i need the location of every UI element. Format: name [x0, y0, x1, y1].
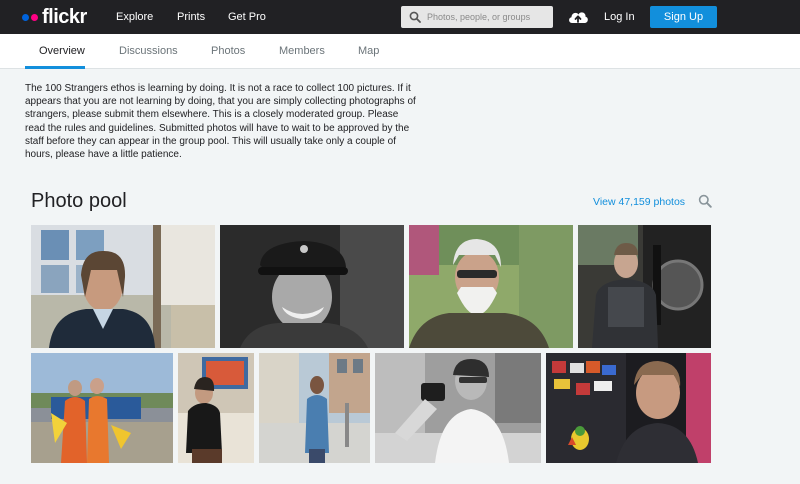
tab-discussions[interactable]: Discussions [119, 45, 178, 57]
pool-photo-2[interactable] [220, 225, 404, 348]
pool-photo-5[interactable] [31, 353, 173, 463]
logo-wordmark: flickr [42, 5, 87, 28]
tab-members[interactable]: Members [279, 45, 325, 57]
tab-photos[interactable]: Photos [211, 45, 245, 57]
nav-get-pro-link[interactable]: Get Pro [228, 11, 266, 23]
global-search-box[interactable] [401, 6, 553, 28]
pool-photo-6[interactable] [178, 353, 254, 463]
tab-overview[interactable]: Overview [39, 45, 85, 57]
cloud-upload-icon[interactable] [567, 7, 589, 27]
pool-photo-9[interactable] [546, 353, 711, 463]
nav-prints-link[interactable]: Prints [177, 11, 205, 23]
signup-button[interactable]: Sign Up [650, 6, 717, 28]
active-tab-indicator [25, 66, 85, 69]
group-subnav: Overview Discussions Photos Members Map [0, 34, 800, 69]
pool-photo-7[interactable] [259, 353, 370, 463]
photo-pool-title: Photo pool [31, 190, 127, 212]
top-navigation-bar: flickr Explore Prints Get Pro Log In Sig… [0, 0, 800, 34]
pool-photo-3[interactable] [409, 225, 573, 348]
group-description: The 100 Strangers ethos is learning by d… [25, 83, 416, 161]
logo-pink-dot [31, 13, 38, 21]
login-link[interactable]: Log In [604, 11, 635, 23]
logo-blue-dot [22, 13, 29, 21]
view-all-photos-link[interactable]: View 47,159 photos [593, 196, 685, 208]
nav-explore-link[interactable]: Explore [116, 11, 153, 23]
search-icon [409, 11, 421, 23]
global-search-input[interactable] [427, 9, 549, 25]
tab-map[interactable]: Map [358, 45, 379, 57]
flickr-logo[interactable]: flickr [22, 5, 87, 29]
pool-photo-8[interactable] [375, 353, 541, 463]
pool-photo-1[interactable] [31, 225, 215, 348]
search-icon[interactable] [698, 194, 712, 208]
pool-photo-4[interactable] [578, 225, 711, 348]
